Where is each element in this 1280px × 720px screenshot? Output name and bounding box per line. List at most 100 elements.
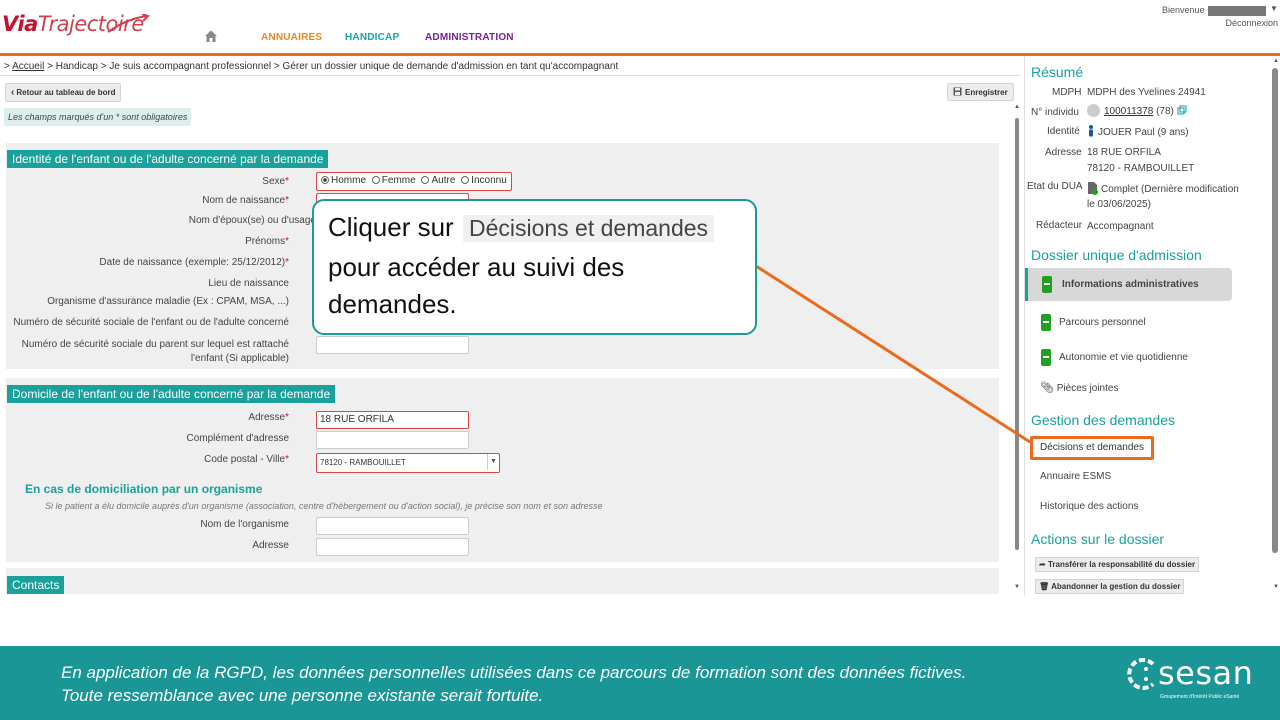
complement-label: Complément d'adresse (186, 433, 289, 444)
radio-femme-label: Femme (381, 175, 416, 186)
dossier-title: Dossier unique d'admission (1031, 247, 1202, 263)
radio-inconnu[interactable] (461, 176, 470, 184)
nav-informations-administratives[interactable]: Informations administratives (1025, 268, 1232, 301)
sidebar: Résumé MDPH MDPH des Yvelines 24941 N° i… (1024, 56, 1280, 596)
breadcrumb: > Accueil > Handicap > Je suis accompagn… (4, 61, 618, 72)
lieu-naissance-label: Lieu de naissance (208, 278, 289, 289)
domiciliation-subtitle: En cas de domiciliation par un organisme (25, 482, 263, 496)
viatrajectoire-logo[interactable]: ViaTrajectoire (2, 6, 152, 40)
nav-administration[interactable]: ADMINISTRATION (425, 32, 514, 43)
adresse-key: Adresse (1045, 147, 1082, 158)
radio-homme[interactable] (321, 176, 329, 184)
enregistrer-label: Enregistrer (965, 88, 1008, 97)
nss-parent-input[interactable] (316, 336, 469, 354)
nom-epoux-label: Nom d'époux(se) ou d'usage (188, 215, 316, 226)
nav-handicap[interactable]: HANDICAP (345, 32, 399, 43)
nss-parent-label: Numéro de sécurité sociale du parent sur… (21, 339, 289, 364)
transferer-button[interactable]: ➦ Transférer la responsabilité du dossie… (1035, 557, 1200, 572)
nav-pieces-jointes[interactable]: 📎︎ Pièces jointes (1040, 381, 1118, 394)
breadcrumb-accueil-link[interactable]: Accueil (12, 61, 44, 72)
home-icon[interactable] (204, 29, 218, 43)
green-status-icon (1041, 349, 1051, 366)
section-domicile: Domicile de l'enfant ou de l'adulte conc… (6, 378, 999, 562)
callout-line-1: Cliquer sur Décisions et demandes (328, 212, 715, 243)
radio-autre-label: Autre (431, 175, 456, 186)
adresse-value-2: 78120 - RAMBOUILLET (1087, 163, 1195, 174)
complement-input[interactable] (316, 431, 469, 449)
etat-dua-value-2: le 03/06/2025) (1087, 199, 1151, 210)
individu-link[interactable]: 100011378 (1104, 106, 1153, 117)
mdph-key: MDPH (1052, 87, 1082, 98)
user-name-redacted[interactable] (1208, 6, 1266, 16)
section-domicile-title: Domicile de l'enfant ou de l'adulte conc… (7, 385, 336, 403)
deconnexion-link[interactable]: Déconnexion (1225, 18, 1278, 28)
green-status-icon (1041, 314, 1051, 331)
sidebar-scrollbar[interactable] (1272, 68, 1278, 553)
required-fields-note: Les champs marqués d'un * sont obligatoi… (4, 108, 192, 126)
main-scrollbar[interactable] (1015, 118, 1019, 550)
individu-key: N° individu (1031, 107, 1079, 118)
person-icon (1089, 125, 1093, 137)
nss-enfant-label: Numéro de sécurité sociale de l'enfant o… (13, 317, 289, 328)
radio-inconnu-label: Inconnu (471, 175, 507, 186)
bienvenue-label: Bienvenue (1162, 5, 1205, 15)
logo-via: Via (2, 12, 38, 36)
code-postal-select[interactable]: 78120 - RAMBOUILLET ▼ (316, 453, 500, 473)
green-status-icon (1042, 276, 1052, 293)
scroll-down-icon[interactable]: ▼ (1014, 584, 1020, 590)
mdph-value: MDPH des Yvelines 24941 (1087, 87, 1206, 98)
nav-annuaires[interactable]: ANNUAIRES (261, 32, 322, 43)
code-postal-label: Code postal - Ville* (204, 454, 289, 465)
nav-decisions-demandes[interactable]: Décisions et demandes (1030, 436, 1154, 460)
radio-autre[interactable] (421, 176, 430, 184)
adresse-organisme-label: Adresse (252, 540, 289, 551)
tutorial-callout: Cliquer sur Décisions et demandes pour a… (312, 199, 757, 335)
organisme-label: Organisme d'assurance maladie (Ex : CPAM… (47, 296, 289, 307)
nom-naissance-label: Nom de naissance* (202, 195, 289, 206)
individu-value: 100011378 (78) (1087, 104, 1187, 117)
chevron-left-icon: ‹ (11, 87, 15, 98)
section-contacts: Contacts (6, 568, 999, 594)
section-identite-title: Identité de l'enfant ou de l'adulte conc… (7, 150, 329, 168)
breadcrumb-rest: > Handicap > Je suis accompagnant profes… (47, 61, 619, 72)
adresse-input[interactable]: 18 RUE ORFILA (316, 411, 469, 429)
enregistrer-button[interactable]: Enregistrer (947, 83, 1014, 101)
sexe-radio-group: Homme Femme Autre Inconnu (316, 172, 512, 191)
logo-swoosh-icon (107, 14, 150, 33)
sesan-logo: sesan Groupement d'Intérêt Public eSanté (1124, 654, 1254, 702)
nom-organisme-label: Nom de l'organisme (200, 519, 289, 530)
adresse-organisme-input[interactable] (316, 538, 469, 556)
user-menu-caret-icon[interactable]: ▼ (1270, 4, 1278, 13)
callout-chip: Décisions et demandes (462, 215, 715, 242)
abandonner-button[interactable]: 🗑︎ Abandonner la gestion du dossier (1035, 579, 1185, 594)
avatar (1087, 104, 1100, 117)
adresse-value-1: 18 RUE ORFILA (1087, 147, 1161, 158)
sesan-subtitle: Groupement d'Intérêt Public eSanté (1160, 694, 1240, 700)
footer-line-2: Toute ressemblance avec une personne exi… (61, 686, 544, 705)
actions-title: Actions sur le dossier (1031, 531, 1165, 547)
radio-femme[interactable] (371, 176, 380, 184)
main-form-area: ‹ Retour au tableau de bord Enregistrer L… (0, 76, 1020, 594)
footer-line-1: En application de la RGPD, les données p… (61, 663, 967, 682)
code-postal-value: 78120 - RAMBOUILLET (320, 458, 406, 467)
chevron-down-icon: ▼ (487, 454, 499, 470)
retour-label: Retour au tableau de bord (16, 88, 116, 97)
copy-icon[interactable] (1177, 105, 1187, 115)
nav-historique-actions[interactable]: Historique des actions (1040, 501, 1138, 512)
domiciliation-note: Si le patient a élu domicile auprès d'un… (45, 501, 603, 511)
sidebar-scroll-up-icon[interactable]: ▲ (1273, 58, 1279, 64)
sidebar-scroll-down-icon[interactable]: ▼ (1273, 584, 1279, 590)
floppy-disk-icon (953, 87, 962, 96)
adresse-label: Adresse* (248, 412, 289, 423)
nav-parcours-personnel[interactable]: Parcours personnel (1025, 306, 1232, 339)
nav-autonomie[interactable]: Autonomie et vie quotidienne (1025, 341, 1232, 374)
retour-tableau-button[interactable]: ‹ Retour au tableau de bord (5, 83, 122, 102)
prenoms-label: Prénoms* (245, 236, 289, 247)
nom-organisme-input[interactable] (316, 517, 469, 535)
app-header: ViaTrajectoire ANNUAIRES HANDICAP ADMINI… (0, 0, 1280, 54)
scroll-up-icon[interactable]: ▲ (1014, 104, 1020, 110)
sexe-label: Sexe* (262, 176, 289, 187)
share-arrow-icon: ➦ (1039, 560, 1046, 569)
nav-annuaire-esms[interactable]: Annuaire ESMS (1040, 471, 1111, 482)
paperclip-icon: 📎︎ (1040, 382, 1054, 394)
